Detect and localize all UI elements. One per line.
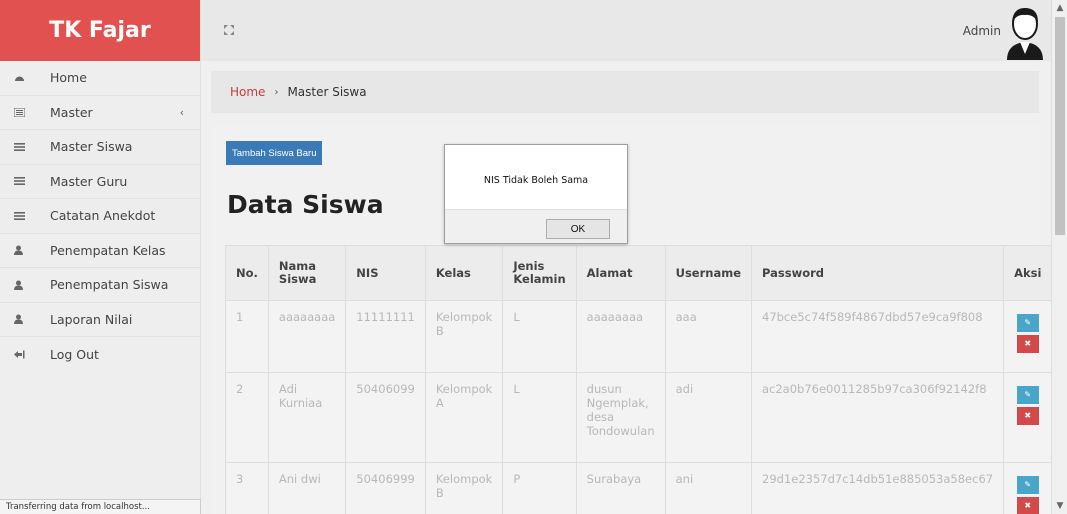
avatar-icon[interactable]: [1003, 4, 1047, 60]
brand-logo[interactable]: TK Fajar: [0, 0, 200, 61]
cell-username: aaa: [664, 300, 753, 373]
sidebar-item-penempatan-siswa[interactable]: Penempatan Siswa: [0, 268, 200, 303]
list-icon: [14, 177, 50, 186]
edit-icon[interactable]: ✎: [1016, 476, 1039, 494]
sidebar-item-label: Home: [50, 70, 87, 86]
sidebar-item-label: Log Out: [50, 346, 99, 362]
breadcrumb: Home › Master Siswa: [211, 71, 1039, 113]
sidebar-item-master[interactable]: Master ‹: [0, 96, 200, 130]
list-icon: [14, 107, 50, 117]
cell-no: 2: [225, 372, 269, 463]
column-header: Kelas: [424, 245, 504, 301]
expand-icon[interactable]: [223, 24, 235, 36]
cell-aksi: ✎ ✖: [1003, 462, 1053, 514]
page-scrollbar[interactable]: ▲ ▼: [1051, 0, 1067, 514]
column-header: Alamat: [575, 245, 666, 301]
cell-no: 3: [225, 462, 269, 514]
user-icon: [14, 280, 50, 290]
sidebar-item-label: Penempatan Kelas: [50, 242, 166, 258]
cell-jenis-kelamin: L: [502, 372, 577, 463]
table-row: 3 Ani dwi 50406999 Kelompok B P Surabaya…: [225, 462, 1053, 514]
cell-nis: 50406999: [345, 462, 426, 514]
sidebar-item-laporan-nilai[interactable]: Laporan Nilai: [0, 303, 200, 337]
edit-icon[interactable]: ✎: [1016, 314, 1039, 332]
sidebar-item-master-siswa[interactable]: Master Siswa: [0, 130, 200, 165]
breadcrumb-home-link[interactable]: Home: [230, 85, 265, 99]
breadcrumb-current: Master Siswa: [287, 85, 367, 99]
scroll-up-icon[interactable]: ▲: [1052, 0, 1067, 16]
cell-kelas: Kelompok B: [424, 462, 504, 514]
sidebar-item-logout[interactable]: Log Out: [0, 337, 200, 372]
cell-password: ac2a0b76e0011285b97ca306f92142f8: [750, 372, 1005, 463]
page-title: Data Siswa: [227, 190, 384, 219]
column-header: Nama Siswa: [267, 245, 347, 301]
cell-nama: Ani dwi: [267, 462, 347, 514]
user-icon: [14, 314, 50, 325]
add-student-button[interactable]: Tambah Siswa Baru: [226, 141, 323, 165]
cell-password: 47bce5c74f589f4867dbd57e9ca9f808: [750, 300, 1005, 373]
sidebar-item-label: Master: [50, 104, 93, 120]
dashboard-icon: [14, 73, 50, 82]
cell-no: 1: [225, 300, 269, 373]
cell-jenis-kelamin: P: [502, 462, 577, 514]
top-header: Admin: [201, 0, 1051, 61]
cell-aksi: ✎ ✖: [1003, 300, 1053, 373]
sidebar-item-label: Master Guru: [50, 173, 128, 189]
delete-icon[interactable]: ✖: [1016, 335, 1039, 353]
logout-icon: [14, 350, 50, 359]
scroll-down-icon[interactable]: ▼: [1052, 498, 1067, 514]
sidebar-item-label: Penempatan Siswa: [50, 277, 169, 293]
user-icon: [14, 245, 50, 256]
sidebar-item-catatan-anekdot[interactable]: Catatan Anekdot: [0, 199, 200, 234]
scroll-thumb[interactable]: [1055, 17, 1065, 235]
alert-dialog: NIS Tidak Boleh Sama OK: [444, 144, 628, 244]
delete-icon[interactable]: ✖: [1016, 407, 1039, 425]
column-header: No.: [225, 245, 269, 301]
sidebar-item-label: Master Siswa: [50, 139, 133, 155]
user-name[interactable]: Admin: [963, 24, 1001, 38]
table-header-row: No. Nama Siswa NIS Kelas Jenis Kelamin A…: [225, 245, 1053, 301]
browser-status-bar: Transferring data from localhost...: [0, 499, 201, 514]
cell-username: ani: [664, 462, 753, 514]
column-header: Jenis Kelamin: [502, 245, 577, 301]
cell-alamat: Surabaya: [575, 462, 666, 514]
sidebar-item-label: Catatan Anekdot: [50, 208, 156, 224]
cell-kelas: Kelompok B: [424, 300, 504, 373]
list-icon: [14, 211, 50, 220]
list-icon: [14, 142, 50, 151]
cell-nama: Adi Kurniaa: [267, 372, 347, 463]
column-header: NIS: [345, 245, 426, 301]
breadcrumb-separator: ›: [274, 86, 279, 98]
cell-alamat: aaaaaaaa: [575, 300, 666, 373]
delete-icon[interactable]: ✖: [1016, 497, 1039, 514]
sidebar-item-penempatan-kelas[interactable]: Penempatan Kelas: [0, 234, 200, 268]
sidebar-item-label: Laporan Nilai: [50, 311, 133, 327]
table-row: 1 aaaaaaaa 11111111 Kelompok B L aaaaaaa…: [225, 300, 1053, 373]
sidebar-item-home[interactable]: Home: [0, 61, 200, 96]
ok-button[interactable]: OK: [546, 219, 610, 239]
cell-username: adi: [664, 372, 753, 463]
cell-kelas: Kelompok A: [424, 372, 504, 463]
cell-alamat: dusun Ngemplak, desa Tondowulan: [575, 372, 666, 463]
chevron-left-icon: ‹: [179, 105, 184, 119]
sidebar-item-master-guru[interactable]: Master Guru: [0, 164, 200, 199]
cell-nis: 50406099: [345, 372, 426, 463]
cell-nama: aaaaaaaa: [267, 300, 347, 373]
cell-aksi: ✎ ✖: [1003, 372, 1053, 463]
table-row: 2 Adi Kurniaa 50406099 Kelompok A L dusu…: [225, 372, 1053, 463]
dialog-footer: OK: [445, 209, 627, 243]
column-header: Username: [664, 245, 753, 301]
students-table: No. Nama Siswa NIS Kelas Jenis Kelamin A…: [225, 245, 1053, 514]
edit-icon[interactable]: ✎: [1016, 386, 1039, 404]
sidebar: TK Fajar Home Master ‹ Master Siswa Mast…: [0, 0, 201, 514]
cell-password: 29d1e2357d7c14db51e885053a58ec67: [750, 462, 1005, 514]
cell-jenis-kelamin: L: [502, 300, 577, 373]
column-header: Password: [750, 245, 1005, 301]
cell-nis: 11111111: [345, 300, 426, 373]
dialog-message: NIS Tidak Boleh Sama: [483, 175, 589, 186]
column-header: Aksi: [1003, 245, 1053, 301]
